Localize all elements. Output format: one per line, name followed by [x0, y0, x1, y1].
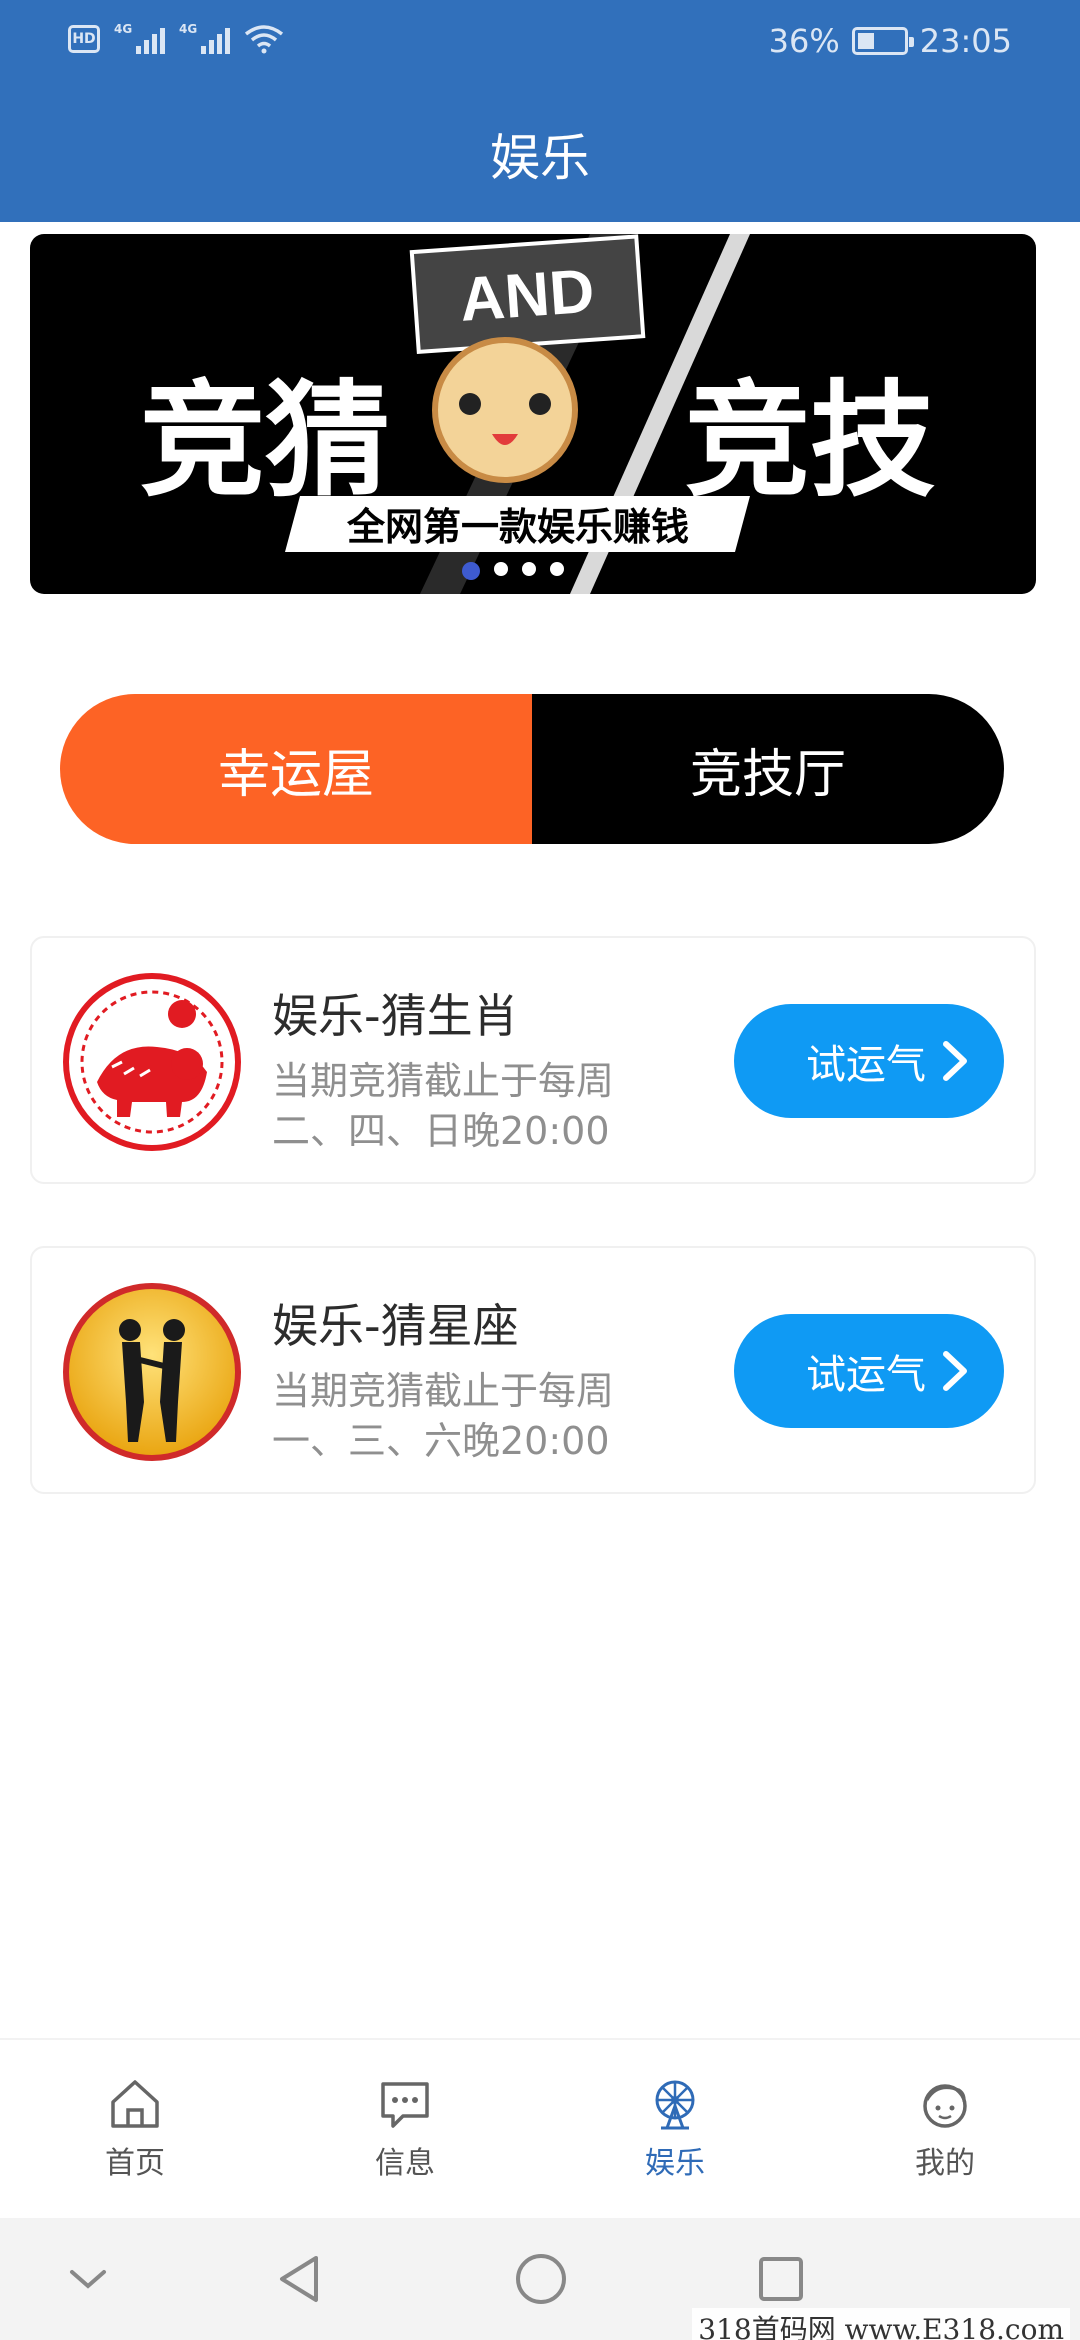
profile-icon: [923, 2084, 967, 2128]
recents-icon[interactable]: [756, 2254, 806, 2304]
back-icon[interactable]: [274, 2252, 324, 2306]
nav-item-home[interactable]: 首页: [0, 2040, 270, 2218]
clock: 23:05: [919, 22, 1012, 60]
wifi-icon: [244, 25, 284, 54]
banner-text-right: 竞技: [685, 372, 935, 511]
game-card-zodiac[interactable]: 娱乐-猜生肖 当期竞猜截止于每周 二、四、日晚20:00 试运气: [30, 936, 1036, 1184]
battery-level: [857, 33, 874, 49]
nav-item-entertainment[interactable]: 娱乐: [540, 2040, 810, 2218]
tab-arena-hall[interactable]: 竞技厅: [532, 694, 1004, 844]
try-luck-label: 试运气: [806, 1042, 926, 1088]
promo-banner[interactable]: AND 竞猜 竞技 全网第一款娱乐赚钱: [30, 234, 1036, 594]
banner-subtitle: 全网第一款娱乐赚钱: [346, 506, 689, 549]
game-description-line: 一、三、六晚20:00: [272, 1419, 610, 1463]
game-description: 当期竞猜截止于每周 一、三、六晚20:00: [272, 1366, 672, 1466]
banner-dot[interactable]: [462, 562, 480, 580]
zodiac-tiger-icon: [63, 973, 241, 1151]
top-app-bar: HD 4G 4G 36% 23:05 娱乐: [0, 0, 1080, 222]
nav-item-messages[interactable]: 信息: [270, 2040, 540, 2218]
network-type-label: 4G: [114, 22, 133, 36]
watermark: 318首码网 www.E318.com: [692, 2308, 1070, 2340]
banner-dot[interactable]: [494, 562, 508, 576]
home-icon: [111, 2080, 159, 2128]
status-right: 36% 23:05: [769, 22, 1012, 60]
gemini-icon: [63, 1283, 241, 1461]
game-description: 当期竞猜截止于每周 二、四、日晚20:00: [272, 1056, 672, 1156]
hd-badge: HD: [68, 25, 100, 53]
game-title: 娱乐-猜生肖: [272, 989, 519, 1043]
try-luck-button[interactable]: 试运气: [734, 1314, 1004, 1428]
game-description-line: 当期竞猜截止于每周: [272, 1059, 615, 1103]
signal-icon-2: 4G: [179, 22, 230, 54]
message-icon: [381, 2082, 429, 2128]
banner-mascot: [432, 337, 578, 483]
game-title: 娱乐-猜星座: [272, 1299, 519, 1353]
game-card-constellation[interactable]: 娱乐-猜星座 当期竞猜截止于每周 一、三、六晚20:00 试运气: [30, 1246, 1036, 1494]
ferris-wheel-icon: [655, 2080, 695, 2130]
banner-dot[interactable]: [550, 562, 564, 576]
try-luck-label: 试运气: [806, 1352, 926, 1398]
status-left: HD 4G 4G: [68, 22, 284, 54]
network-type-label-2: 4G: [179, 22, 198, 36]
page-title: 娱乐: [490, 129, 590, 187]
bottom-navigation: 首页 信息 娱乐 我的: [0, 2038, 1080, 2218]
status-bar: HD 4G 4G 36% 23:05: [0, 0, 1080, 90]
room-tabs: 幸运屋 竞技厅: [60, 694, 1004, 844]
game-description-line: 二、四、日晚20:00: [272, 1109, 610, 1153]
nav-label: 信息: [375, 2146, 435, 2181]
home-circle-icon[interactable]: [514, 2252, 568, 2306]
signal-icon: 4G: [114, 22, 165, 54]
nav-label: 我的: [915, 2146, 975, 2181]
try-luck-button[interactable]: 试运气: [734, 1004, 1004, 1118]
banner-text-left: 竞猜: [140, 372, 390, 511]
nav-item-profile[interactable]: 我的: [810, 2040, 1080, 2218]
banner-pagination: [30, 562, 1036, 580]
banner-dot[interactable]: [522, 562, 536, 576]
chevron-right-icon: [943, 1351, 967, 1391]
battery-percent: 36%: [768, 22, 840, 60]
banner-badge-text: AND: [458, 257, 597, 335]
nav-label: 首页: [105, 2146, 165, 2181]
nav-label: 娱乐: [645, 2146, 705, 2181]
battery-icon: [851, 27, 914, 55]
banner-artwork: AND 竞猜 竞技 全网第一款娱乐赚钱: [140, 234, 935, 594]
game-description-line: 当期竞猜截止于每周: [272, 1369, 615, 1413]
chevron-right-icon: [943, 1041, 967, 1081]
collapse-chevron-icon[interactable]: [66, 2264, 110, 2294]
tab-lucky-room[interactable]: 幸运屋: [60, 694, 532, 844]
